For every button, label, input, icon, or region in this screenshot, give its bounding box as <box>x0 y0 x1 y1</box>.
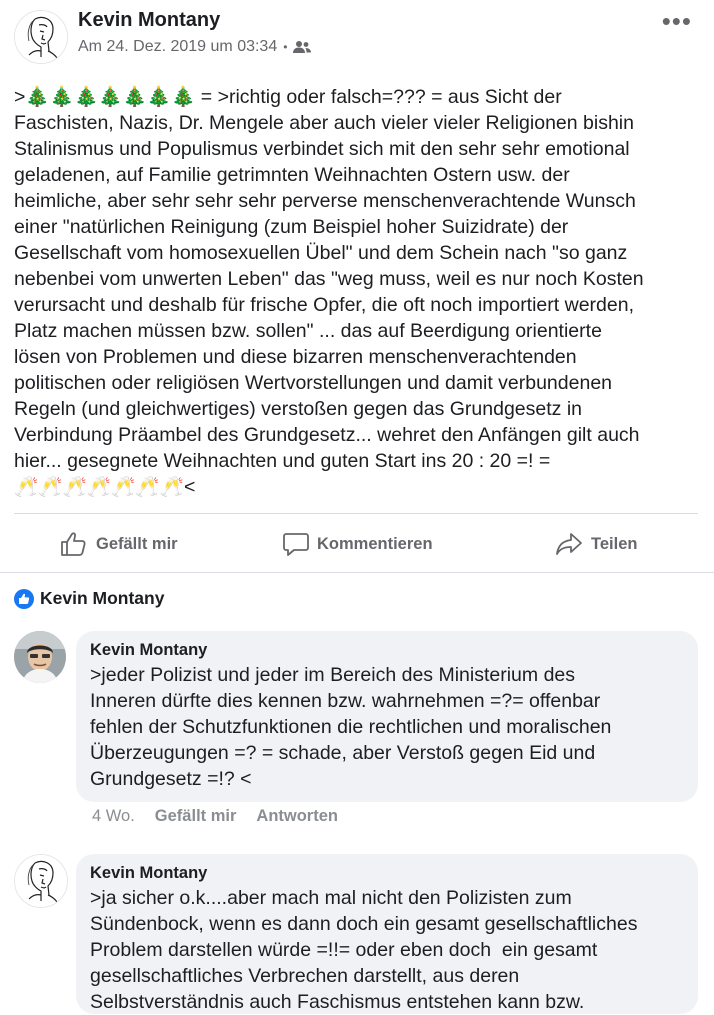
actions-separator <box>0 572 714 573</box>
commenter-avatar[interactable] <box>14 631 66 683</box>
comment-like-link[interactable]: Gefällt mir <box>155 807 237 826</box>
share-label: Teilen <box>591 534 638 553</box>
author-avatar[interactable] <box>14 10 68 64</box>
comment-bubble: Kevin Montany >ja sicher o.k....aber mac… <box>76 854 698 1014</box>
comment-icon <box>283 533 309 556</box>
comment-age[interactable]: 4 Wo. <box>92 807 135 826</box>
thumbs-up-icon <box>61 532 86 556</box>
liker-name: Kevin Montany <box>40 588 165 608</box>
comment-reply-link[interactable]: Antworten <box>256 807 338 826</box>
comment-actions: 4 Wo. Gefällt mir Antworten <box>92 807 338 826</box>
comment-button[interactable]: Kommentieren <box>283 526 433 562</box>
like-button[interactable]: Gefällt mir <box>60 526 178 562</box>
comment-text: >ja sicher o.k....aber mach mal nicht de… <box>90 887 638 1013</box>
comment-author[interactable]: Kevin Montany <box>90 864 684 883</box>
post-author[interactable]: Kevin Montany <box>78 9 220 32</box>
post-timestamp[interactable]: Am 24. Dez. 2019 um 03:34 <box>78 38 277 56</box>
friends-icon[interactable] <box>293 40 312 54</box>
meta-separator: • <box>283 40 288 54</box>
share-icon <box>556 533 582 555</box>
comment-bubble: Kevin Montany >jeder Polizist und jeder … <box>76 631 698 802</box>
share-button[interactable]: Teilen <box>555 526 637 562</box>
comment-label: Kommentieren <box>317 534 433 553</box>
like-icon <box>14 588 34 609</box>
sketch-portrait-icon <box>15 855 67 907</box>
like-label: Gefällt mir <box>96 534 178 553</box>
comment-text: >jeder Polizist und jeder im Bereich des… <box>90 664 612 790</box>
post-text: >🎄🎄🎄🎄🎄🎄🎄 = >richtig oder falsch=??? = au… <box>14 86 644 498</box>
post-divider <box>14 513 698 514</box>
profile-photo-icon <box>14 631 66 683</box>
comment-author[interactable]: Kevin Montany <box>90 641 684 660</box>
sketch-portrait-icon <box>15 11 67 63</box>
reactions-row[interactable]: Kevin Montany <box>14 588 164 609</box>
post-meta: Am 24. Dez. 2019 um 03:34 • <box>78 38 312 56</box>
more-options-button[interactable]: ••• <box>662 6 692 37</box>
commenter-avatar[interactable] <box>14 854 68 908</box>
